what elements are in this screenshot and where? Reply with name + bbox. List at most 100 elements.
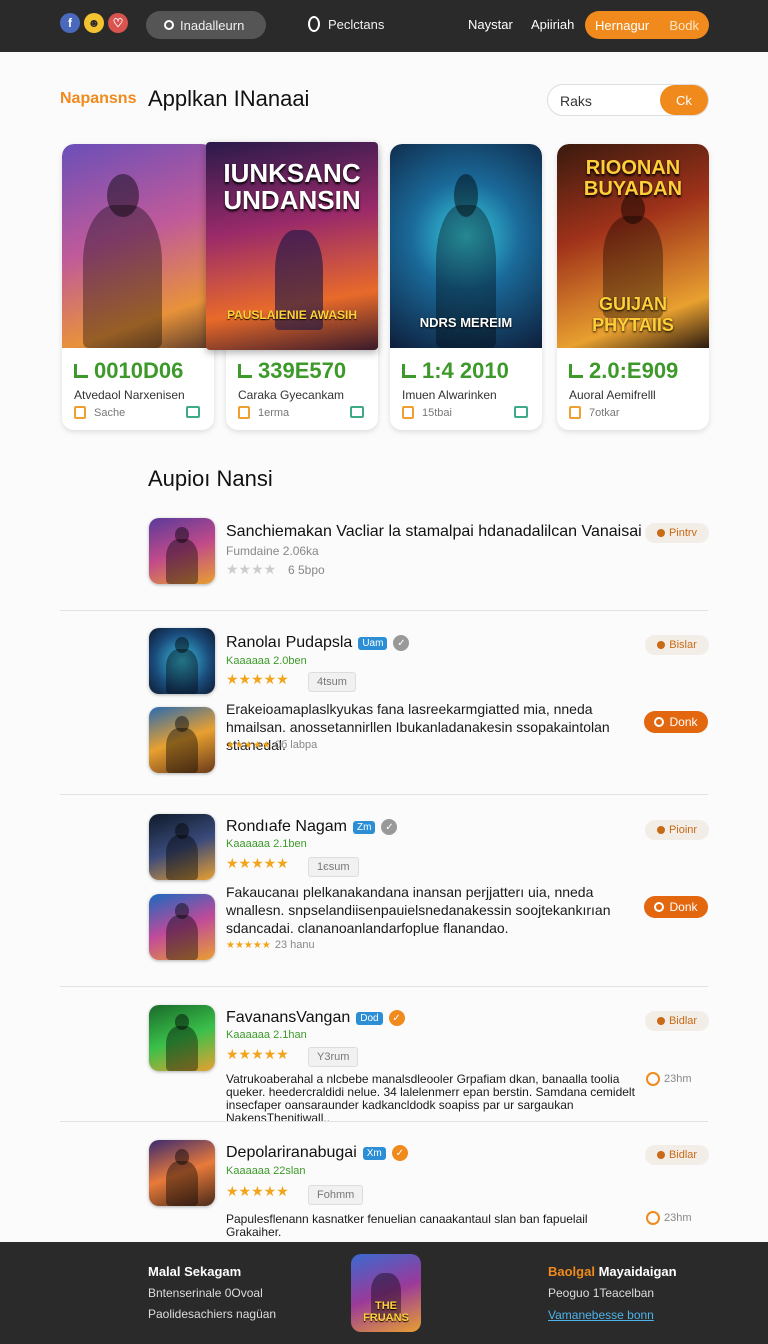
book-icon[interactable] — [186, 406, 200, 418]
app-thumbnail[interactable] — [149, 1140, 215, 1206]
card-meta: Sache — [74, 406, 200, 419]
bookmark-icon[interactable] — [569, 406, 581, 419]
search-button[interactable]: Ck — [660, 85, 708, 115]
character-figure — [166, 1014, 198, 1071]
search-input[interactable]: Raks Ck — [547, 84, 709, 116]
card-artwork — [62, 144, 214, 348]
chart-icon — [569, 364, 583, 378]
card-meta-text: 7otkar — [589, 406, 620, 419]
card-meta: 7otkar — [569, 406, 620, 419]
app-thumbnail[interactable] — [149, 518, 215, 584]
chart-icon — [238, 364, 252, 378]
nav-search-button[interactable]: Inadalleurn — [146, 11, 266, 39]
small-stars: ★★★★★ — [226, 939, 271, 951]
nav-link-2[interactable]: Apiiriah — [531, 17, 574, 32]
emoji-icon[interactable]: ☻ — [84, 13, 104, 33]
app-thumbnail[interactable] — [149, 1005, 215, 1071]
bookmark-icon[interactable] — [238, 406, 250, 419]
app-small-meta-text: 23 hanu — [274, 939, 315, 951]
app-side-button[interactable]: Pioinr — [645, 820, 709, 840]
footer-col1-title: Malal Sekagam — [148, 1264, 242, 1279]
nav-cta-button[interactable]: Hernagur Bodk — [585, 11, 709, 39]
app-title[interactable]: Rondıafe Nagam Zm ✓ — [226, 818, 398, 836]
game-card[interactable]: NDRS MEREIM 1:4 2010 Imuen Alwarinken 15… — [390, 144, 542, 430]
app-small-meta: ★★★★★ 0б labpa — [226, 739, 317, 751]
app-side-button[interactable]: Bislar — [645, 635, 709, 655]
app-rating-text: Kaaaaaa 2.1han — [226, 1029, 307, 1041]
app-title[interactable]: Sanchiemakan Vacliar la stamalpai hdanad… — [226, 523, 642, 541]
nav-link-1[interactable]: Naystar — [468, 17, 513, 32]
clock-icon — [646, 1072, 660, 1086]
person-icon — [656, 529, 665, 537]
person-icon — [657, 641, 666, 649]
app-side-label: Bidlar — [668, 1149, 698, 1161]
download-button[interactable]: Donk — [644, 896, 708, 918]
app-title-text: Depolariranabugai — [226, 1144, 357, 1161]
card-score-value: 0010D06 — [94, 358, 184, 383]
footer-col1-line1[interactable]: Bntenserinale 0Ovoal — [148, 1286, 263, 1300]
footer-col1-line2[interactable]: Paolidesachiers nagüan — [148, 1307, 276, 1321]
app-thumbnail[interactable] — [149, 628, 215, 694]
app-rating-text: Kaaaaaa 22slan — [226, 1165, 306, 1177]
app-rating-text: Kaaaaaa 2.1ben — [226, 838, 307, 850]
nav-search-label: Inadalleurn — [180, 17, 245, 33]
app-small-meta: ★★★★★ 23 hanu — [226, 939, 315, 951]
app-meta: 6 5bpo — [288, 563, 325, 577]
divider — [60, 610, 708, 611]
app-thumbnail[interactable] — [149, 707, 215, 773]
app-title-text: FavanansVangan — [226, 1009, 351, 1026]
footer-logo[interactable]: THE FRUANS — [351, 1254, 421, 1332]
app-rating: ★★★★★ — [226, 1183, 289, 1199]
card-score: 1:4 2010 — [402, 358, 509, 384]
card-score: 2.0:E909 — [569, 358, 678, 384]
top-nav: f ☻ ♡ Inadalleurn Peclctans Naystar Apii… — [0, 0, 768, 52]
download-icon — [654, 717, 665, 727]
app-thumbnail[interactable] — [149, 894, 215, 960]
app-thumbnail[interactable] — [149, 814, 215, 880]
download-button[interactable]: Donk — [644, 711, 708, 733]
card-subtitle: Imuen Alwarinken — [402, 388, 497, 402]
app-title-text: Rondıafe Nagam — [226, 818, 347, 835]
app-badge: Dod — [356, 1011, 383, 1025]
card-score-value: 1:4 2010 — [422, 358, 509, 383]
book-icon[interactable] — [350, 406, 364, 418]
app-rating: ★★★★ — [226, 561, 277, 577]
nav-location[interactable]: Peclctans — [308, 16, 384, 32]
facebook-icon[interactable]: f — [60, 13, 80, 33]
app-side-label: Bidlar — [668, 1015, 698, 1027]
card-art-tag: NDRS MEREIM — [419, 315, 513, 330]
card-meta-text: Sache — [94, 406, 126, 419]
app-title-text: Ranolaı Pudapsla — [226, 634, 353, 651]
footer-col2-link[interactable]: Vamanebesse bonn — [548, 1308, 654, 1322]
app-rating: ★★★★★ — [226, 671, 289, 687]
app-badge: Uam — [358, 636, 388, 650]
book-icon[interactable] — [514, 406, 528, 418]
app-title[interactable]: FavanansVangan Dod ✓ — [226, 1009, 405, 1027]
footer-col2-title-accent: Baolgal — [548, 1264, 595, 1279]
verified-icon: ✓ — [393, 635, 410, 651]
app-description: Fakaucanaı plelkanakandana inansan perjj… — [226, 884, 611, 936]
footer-col2-line1[interactable]: Peoguo 1Teacelban — [548, 1286, 654, 1300]
app-side-button[interactable]: Bidlar — [645, 1011, 709, 1031]
bookmark-icon[interactable] — [74, 406, 86, 419]
search-input-text: Raks — [560, 93, 592, 109]
app-size-pill: Fohmm — [308, 1185, 364, 1205]
game-card[interactable]: 0010D06 Atvedaol Narxenisen Sache — [62, 144, 214, 430]
game-card[interactable]: RIOONAN BUYADAN GUIJAN PHYTAIIS 2.0:E909… — [557, 144, 709, 430]
card-meta-text: 15tbai — [422, 406, 452, 419]
heart-icon[interactable]: ♡ — [108, 13, 128, 33]
app-side-button[interactable]: Bidlar — [645, 1145, 709, 1165]
app-time-text: 23hm — [664, 1073, 692, 1085]
featured-game-art[interactable]: IUNKSANC UNDANSIN PAUSLAIENIE AWASIH — [206, 142, 378, 350]
page-title: Applkan INanaai — [148, 86, 310, 111]
app-size-pill: 4tsum — [308, 672, 356, 692]
bookmark-icon[interactable] — [402, 406, 414, 419]
nav-cta-left: Hernagur — [595, 17, 650, 33]
app-side-button[interactable]: Pintrv — [645, 523, 709, 543]
character-figure — [166, 1149, 198, 1206]
app-title[interactable]: Depolariranabugai Xm ✓ — [226, 1144, 408, 1162]
brand-label[interactable]: Napansns — [60, 90, 136, 108]
app-title[interactable]: Ranolaı Pudapsla Uam ✓ — [226, 634, 410, 652]
clock-icon — [646, 1211, 660, 1225]
card-score-value: 2.0:E909 — [589, 358, 679, 383]
